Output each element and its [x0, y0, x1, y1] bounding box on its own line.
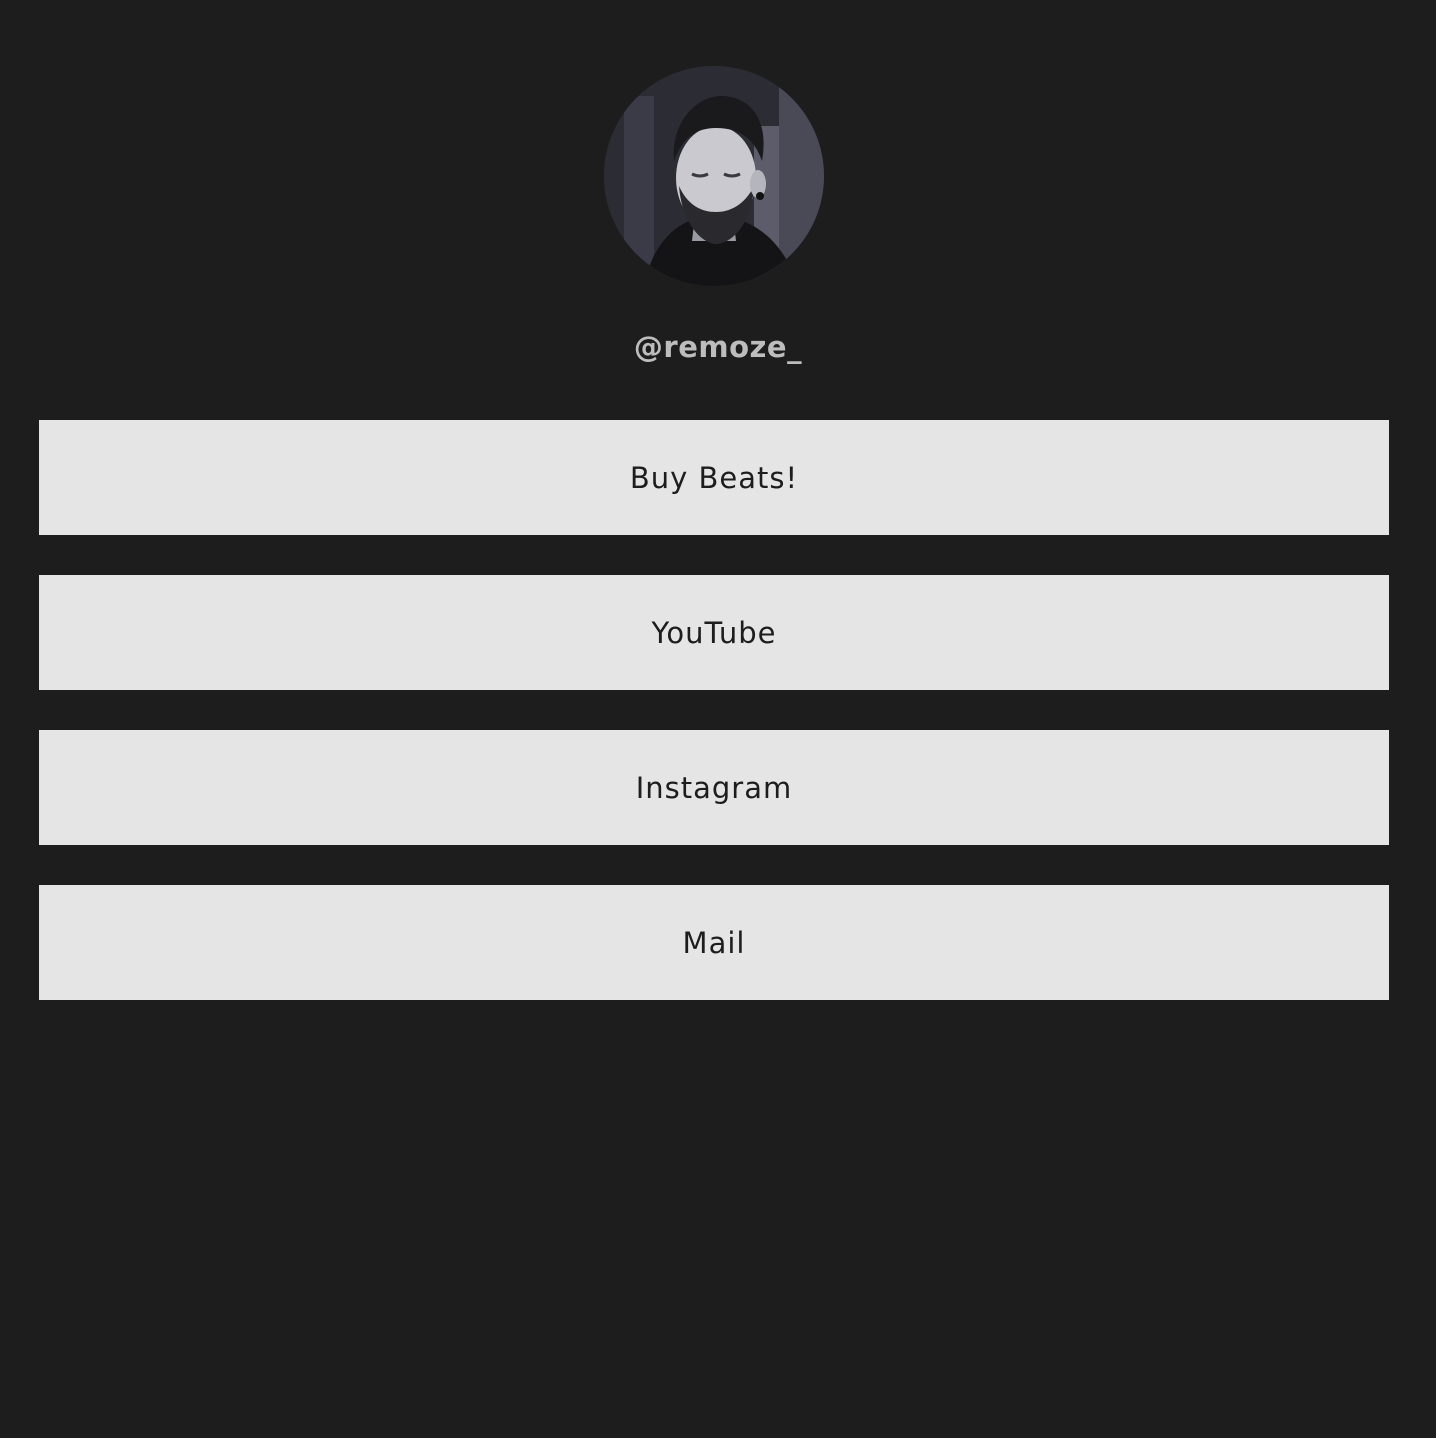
mail-button[interactable]: Mail [39, 885, 1389, 1000]
instagram-button[interactable]: Instagram [39, 730, 1389, 845]
mail-label: Mail [682, 925, 746, 960]
avatar [604, 66, 824, 286]
buy-beats-button[interactable]: Buy Beats! [39, 420, 1389, 535]
youtube-button[interactable]: YouTube [39, 575, 1389, 690]
youtube-label: YouTube [651, 615, 777, 650]
profile-photo [604, 66, 824, 286]
instagram-label: Instagram [635, 770, 793, 805]
username: @remoze_ [633, 330, 803, 364]
buy-beats-label: Buy Beats! [629, 460, 799, 495]
